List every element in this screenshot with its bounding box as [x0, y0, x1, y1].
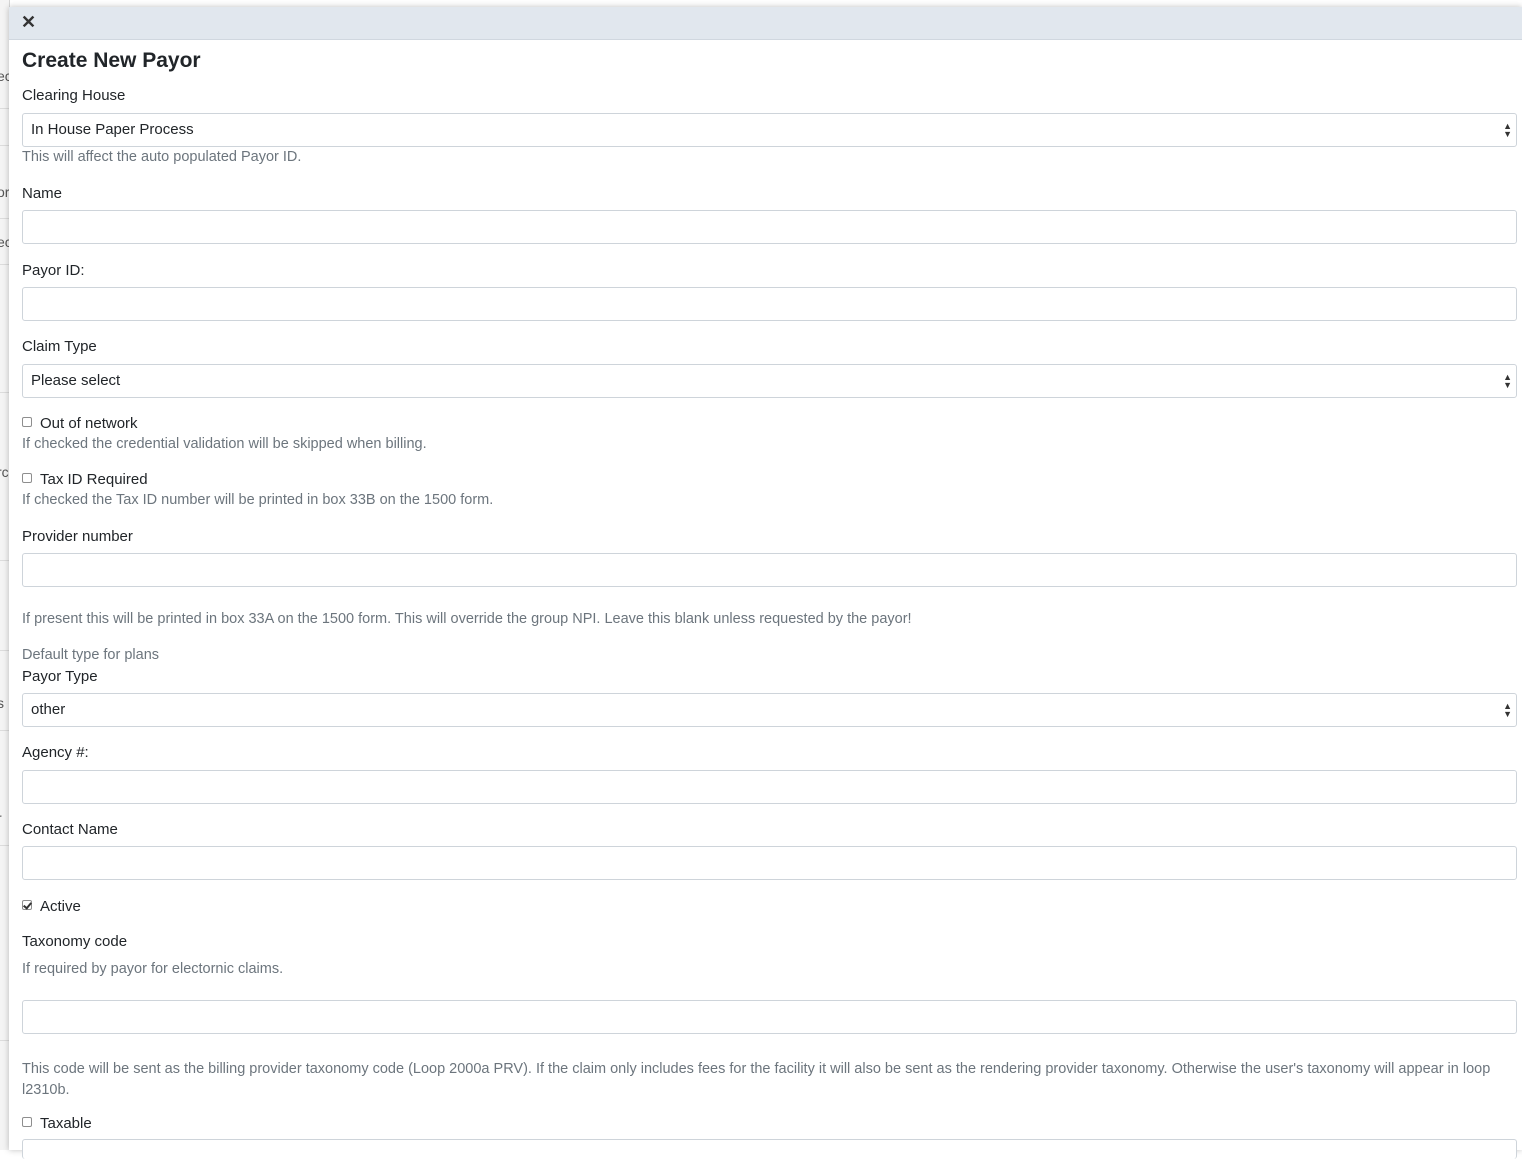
active-checkbox[interactable]	[22, 899, 32, 910]
background-divider	[0, 650, 9, 651]
provider-number-help: If present this will be printed in box 3…	[22, 611, 912, 627]
background-divider	[0, 218, 9, 219]
agency-number-input[interactable]	[22, 770, 1517, 804]
payor-id-input[interactable]	[22, 287, 1517, 321]
out-of-network-row: Out of network	[22, 415, 138, 432]
background-divider	[0, 392, 9, 393]
agency-number-label: Agency #:	[22, 744, 89, 761]
contact-name-input[interactable]	[22, 846, 1517, 880]
create-payor-modal: ✕ Create New Payor Clearing House In Hou…	[9, 7, 1522, 1159]
provider-number-label: Provider number	[22, 528, 133, 545]
provider-number-input[interactable]	[22, 553, 1517, 587]
name-label: Name	[22, 185, 63, 202]
next-field-partial[interactable]	[22, 1139, 1517, 1159]
taxonomy-code-label: Taxonomy code	[22, 933, 128, 950]
background-divider	[0, 1040, 9, 1041]
out-of-network-label: Out of network	[40, 415, 138, 432]
taxable-checkbox[interactable]	[22, 1116, 32, 1127]
clearing-house-select[interactable]: In House Paper Process ▲ ▼	[22, 113, 1517, 147]
taxable-label: Taxable	[40, 1115, 92, 1132]
default-type-heading: Default type for plans	[22, 647, 160, 663]
taxable-row: Taxable	[22, 1115, 92, 1132]
out-of-network-checkbox[interactable]	[22, 416, 32, 427]
clearing-house-value: In House Paper Process	[31, 121, 194, 138]
claim-type-select[interactable]: Please select ▲ ▼	[22, 364, 1517, 398]
background-divider	[0, 560, 9, 561]
background-divider	[0, 108, 9, 109]
background-text-fragment: s	[0, 695, 9, 711]
background-text-fragment: ec	[0, 234, 9, 250]
select-arrows-icon: ▲ ▼	[1503, 701, 1512, 719]
name-input[interactable]	[22, 210, 1517, 244]
claim-type-label: Claim Type	[22, 338, 97, 355]
payor-id-label: Payor ID:	[22, 262, 85, 279]
background-divider	[0, 730, 9, 731]
background-divider	[0, 264, 9, 265]
background-divider	[0, 845, 9, 846]
active-row: Active	[22, 898, 81, 915]
payor-type-select[interactable]: other ▲ ▼	[22, 693, 1517, 727]
payor-type-label: Payor Type	[22, 668, 98, 685]
payor-type-value: other	[31, 701, 66, 718]
tax-id-required-checkbox[interactable]	[22, 472, 32, 483]
background-text-fragment: ec	[0, 68, 9, 84]
active-label: Active	[40, 898, 81, 915]
background-text-fragment: or	[0, 184, 9, 200]
select-arrows-icon: ▲ ▼	[1503, 121, 1512, 139]
out-of-network-help: If checked the credential validation wil…	[22, 436, 427, 452]
taxonomy-code-input[interactable]	[22, 1000, 1517, 1034]
select-arrows-icon: ▲ ▼	[1503, 372, 1512, 390]
tax-id-required-label: Tax ID Required	[40, 471, 148, 488]
background-divider	[0, 145, 9, 146]
claim-type-value: Please select	[31, 372, 121, 389]
tax-id-required-help: If checked the Tax ID number will be pri…	[22, 492, 494, 508]
taxonomy-code-help-top: If required by payor for electornic clai…	[22, 961, 284, 977]
background-text-fragment: rc	[0, 464, 9, 480]
modal-title: Create New Payor	[22, 49, 201, 72]
tax-id-required-row: Tax ID Required	[22, 471, 148, 488]
close-icon[interactable]: ✕	[21, 13, 36, 31]
modal-header: ✕	[9, 7, 1522, 40]
clearing-house-label: Clearing House	[22, 87, 126, 104]
taxonomy-code-help-bottom: This code will be sent as the billing pr…	[22, 1061, 1491, 1098]
clearing-house-help: This will affect the auto populated Payo…	[22, 149, 302, 165]
background-text-fragment: r	[0, 810, 9, 826]
contact-name-label: Contact Name	[22, 821, 118, 838]
